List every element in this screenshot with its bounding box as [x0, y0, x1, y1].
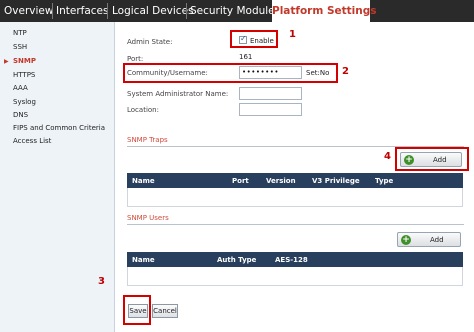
snmp-users-title: SNMP Users — [127, 214, 169, 222]
location-label: Location: — [127, 106, 159, 114]
sysadmin-label: System Administrator Name: — [127, 90, 229, 98]
sidebar-item-ntp[interactable]: NTP — [13, 29, 27, 37]
tab-security-modules[interactable]: Security Modules — [190, 0, 280, 22]
port-label: Port: — [127, 55, 144, 63]
snmp-users-table-header: Name Auth Type AES-128 — [127, 252, 463, 267]
sidebar-item-snmp[interactable]: SNMP — [13, 57, 36, 65]
sidebar-item-ssh[interactable]: SSH — [13, 43, 27, 51]
cancel-button[interactable]: Cancel — [152, 304, 178, 318]
snmp-traps-title: SNMP Traps — [127, 136, 168, 144]
sidebar-item-fips[interactable]: FIPS and Common Criteria — [13, 124, 105, 132]
port-value: 161 — [239, 53, 253, 61]
add-user-label: Add — [430, 236, 444, 244]
annotation-box-4 — [395, 147, 469, 171]
annotation-number-2: 2 — [342, 66, 349, 77]
col-name[interactable]: Name — [132, 177, 155, 185]
annotation-box-2 — [123, 63, 338, 83]
annotation-box-1 — [230, 30, 278, 48]
tab-divider — [52, 3, 53, 19]
col-v3-privilege[interactable]: V3 Privilege — [312, 177, 360, 185]
tab-divider — [186, 3, 187, 19]
sidebar-item-access-list[interactable]: Access List — [13, 137, 51, 145]
tab-overview[interactable]: Overview — [4, 0, 53, 22]
tab-interfaces[interactable]: Interfaces — [56, 0, 108, 22]
tab-logical-devices[interactable]: Logical Devices — [112, 0, 194, 22]
annotation-box-3 — [123, 295, 151, 325]
add-user-button[interactable]: + Add — [397, 232, 461, 247]
snmp-traps-table-body — [127, 188, 463, 207]
add-icon: + — [401, 235, 411, 245]
snmp-users-table-body — [127, 267, 463, 286]
top-tab-bar: Overview Interfaces Logical Devices Secu… — [0, 0, 474, 22]
col-name[interactable]: Name — [132, 256, 155, 264]
col-aes-128[interactable]: AES-128 — [275, 256, 308, 264]
annotation-number-1: 1 — [289, 29, 296, 40]
sidebar-item-dns[interactable]: DNS — [13, 111, 28, 119]
tab-platform-settings[interactable]: Platform Settings — [272, 0, 377, 22]
snmp-traps-table-header: Name Port Version V3 Privilege Type — [127, 173, 463, 188]
col-type[interactable]: Type — [375, 177, 393, 185]
sidebar-item-https[interactable]: HTTPS — [13, 71, 35, 79]
col-version[interactable]: Version — [266, 177, 296, 185]
admin-state-label: Admin State: — [127, 38, 173, 46]
annotation-number-3: 3 — [98, 276, 105, 287]
col-port[interactable]: Port — [232, 177, 249, 185]
sidebar-item-syslog[interactable]: Syslog — [13, 98, 36, 106]
active-arrow-icon: ▶ — [4, 58, 9, 65]
tab-divider — [107, 3, 108, 19]
sidebar-item-aaa[interactable]: AAA — [13, 84, 28, 92]
sysadmin-input[interactable] — [239, 87, 302, 100]
annotation-number-4: 4 — [384, 151, 391, 162]
col-auth-type[interactable]: Auth Type — [217, 256, 256, 264]
location-input[interactable] — [239, 103, 302, 116]
divider — [127, 224, 464, 225]
